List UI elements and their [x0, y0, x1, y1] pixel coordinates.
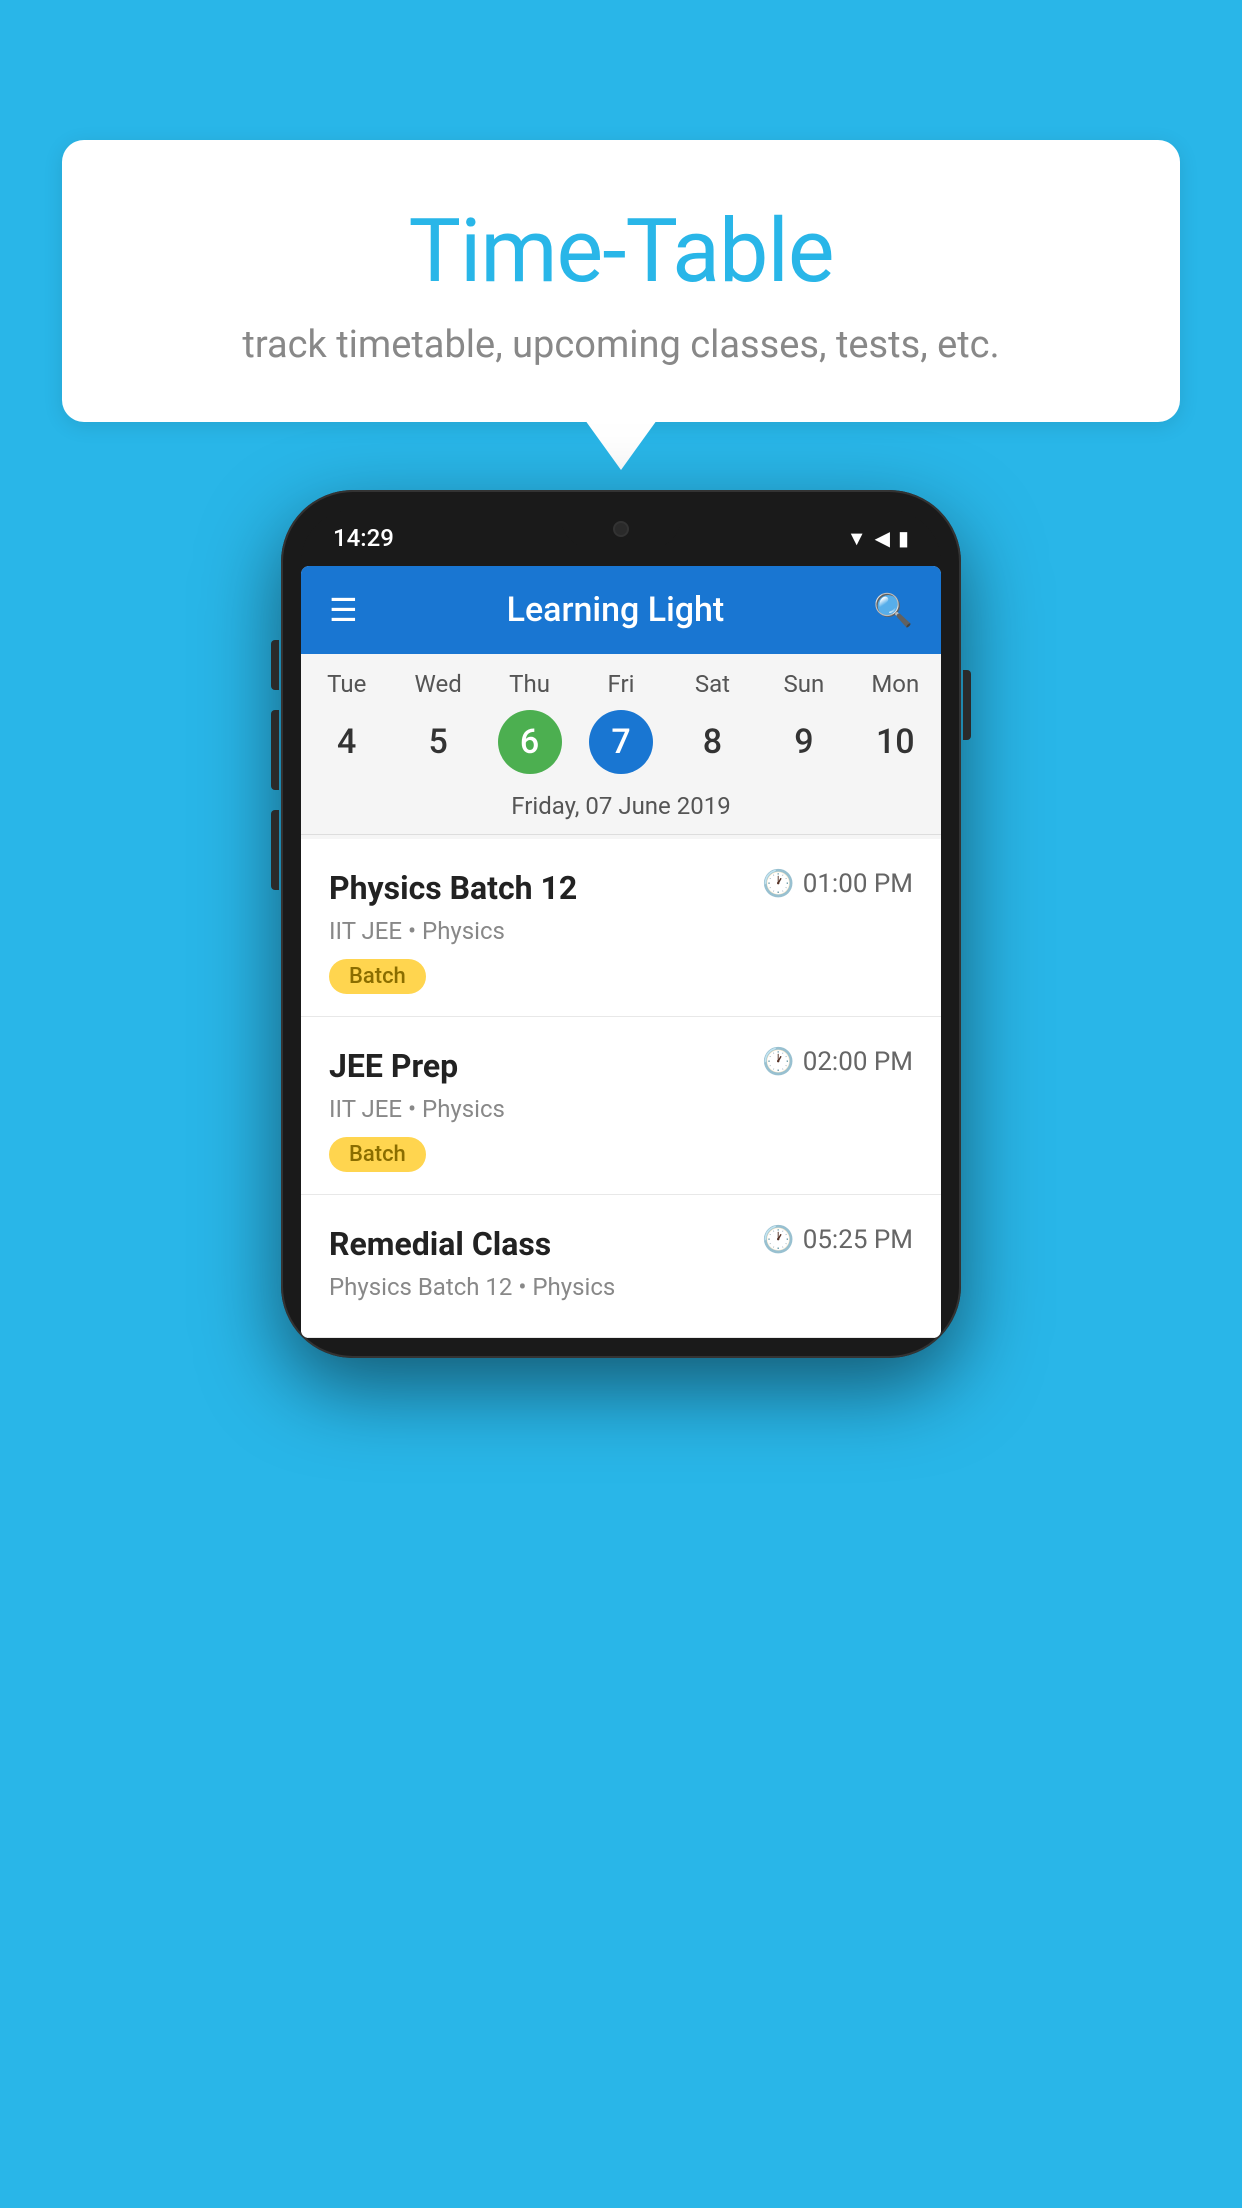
- clock-icon-2: 🕐: [762, 1047, 794, 1077]
- clock-icon-1: 🕐: [762, 869, 794, 899]
- search-icon[interactable]: 🔍: [873, 591, 913, 629]
- app-bar: ☰ Learning Light 🔍: [301, 566, 941, 654]
- event-time-text-3: 05:25 PM: [803, 1225, 913, 1255]
- front-camera: [613, 521, 629, 537]
- day-wed: Wed: [392, 666, 483, 702]
- event-time-text-1: 01:00 PM: [803, 869, 913, 899]
- clock-icon-3: 🕐: [762, 1225, 794, 1255]
- event-subtitle-3: Physics Batch 12 • Physics: [329, 1273, 913, 1301]
- bubble-title: Time-Table: [102, 200, 1140, 303]
- status-time: 14:29: [333, 524, 394, 552]
- event-subtitle-2: IIT JEE • Physics: [329, 1095, 913, 1123]
- event-header-1: Physics Batch 12 🕐 01:00 PM: [329, 869, 913, 907]
- speech-bubble-container: Time-Table track timetable, upcoming cla…: [62, 140, 1180, 422]
- notch: [561, 510, 681, 548]
- event-time-3: 🕐 05:25 PM: [762, 1225, 913, 1255]
- event-badge-1: Batch: [329, 959, 426, 994]
- event-card-3[interactable]: Remedial Class 🕐 05:25 PM Physics Batch …: [301, 1195, 941, 1338]
- speech-bubble: Time-Table track timetable, upcoming cla…: [62, 140, 1180, 422]
- status-bar: 14:29 ▼ ◀ ▮: [301, 510, 941, 566]
- selected-date-label: Friday, 07 June 2019: [301, 784, 941, 835]
- date-8[interactable]: 8: [667, 710, 758, 774]
- day-sun: Sun: [758, 666, 849, 702]
- event-title-3: Remedial Class: [329, 1225, 551, 1263]
- event-time-1: 🕐 01:00 PM: [762, 869, 913, 899]
- day-numbers: 4 5 6 7 8 9 10: [301, 710, 941, 774]
- wifi-icon: ▼: [847, 526, 867, 551]
- calendar-strip: Tue Wed Thu Fri Sat Sun Mon 4 5 6 7 8 9 …: [301, 654, 941, 839]
- battery-icon: ▮: [898, 526, 909, 550]
- power-button: [963, 670, 971, 740]
- day-headers: Tue Wed Thu Fri Sat Sun Mon: [301, 666, 941, 702]
- event-badge-2: Batch: [329, 1137, 426, 1172]
- date-5[interactable]: 5: [392, 710, 483, 774]
- day-tue: Tue: [301, 666, 392, 702]
- date-6-today[interactable]: 6: [498, 710, 562, 774]
- events-container: Physics Batch 12 🕐 01:00 PM IIT JEE • Ph…: [301, 839, 941, 1338]
- hamburger-icon[interactable]: ☰: [329, 594, 358, 626]
- date-10[interactable]: 10: [850, 710, 941, 774]
- signal-icon: ◀: [875, 526, 890, 550]
- app-bar-title: Learning Light: [386, 590, 845, 630]
- event-card-2[interactable]: JEE Prep 🕐 02:00 PM IIT JEE • Physics Ba…: [301, 1017, 941, 1195]
- day-fri: Fri: [575, 666, 666, 702]
- event-subtitle-1: IIT JEE • Physics: [329, 917, 913, 945]
- volume-down-button: [271, 810, 279, 890]
- date-7-selected[interactable]: 7: [589, 710, 653, 774]
- date-4[interactable]: 4: [301, 710, 392, 774]
- event-header-3: Remedial Class 🕐 05:25 PM: [329, 1225, 913, 1263]
- date-9[interactable]: 9: [758, 710, 849, 774]
- phone-mockup: 14:29 ▼ ◀ ▮ ☰ Learning Light 🔍 Tue: [281, 490, 961, 1358]
- day-mon: Mon: [850, 666, 941, 702]
- status-icons: ▼ ◀ ▮: [847, 526, 909, 551]
- phone-frame: 14:29 ▼ ◀ ▮ ☰ Learning Light 🔍 Tue: [281, 490, 961, 1358]
- event-card-1[interactable]: Physics Batch 12 🕐 01:00 PM IIT JEE • Ph…: [301, 839, 941, 1017]
- event-title-2: JEE Prep: [329, 1047, 458, 1085]
- day-sat: Sat: [667, 666, 758, 702]
- event-title-1: Physics Batch 12: [329, 869, 577, 907]
- phone-screen: ☰ Learning Light 🔍 Tue Wed Thu Fri Sat S…: [301, 566, 941, 1338]
- bubble-subtitle: track timetable, upcoming classes, tests…: [102, 323, 1140, 367]
- event-header-2: JEE Prep 🕐 02:00 PM: [329, 1047, 913, 1085]
- volume-silent-button: [271, 640, 279, 690]
- event-time-2: 🕐 02:00 PM: [762, 1047, 913, 1077]
- volume-up-button: [271, 710, 279, 790]
- day-thu: Thu: [484, 666, 575, 702]
- event-time-text-2: 02:00 PM: [803, 1047, 913, 1077]
